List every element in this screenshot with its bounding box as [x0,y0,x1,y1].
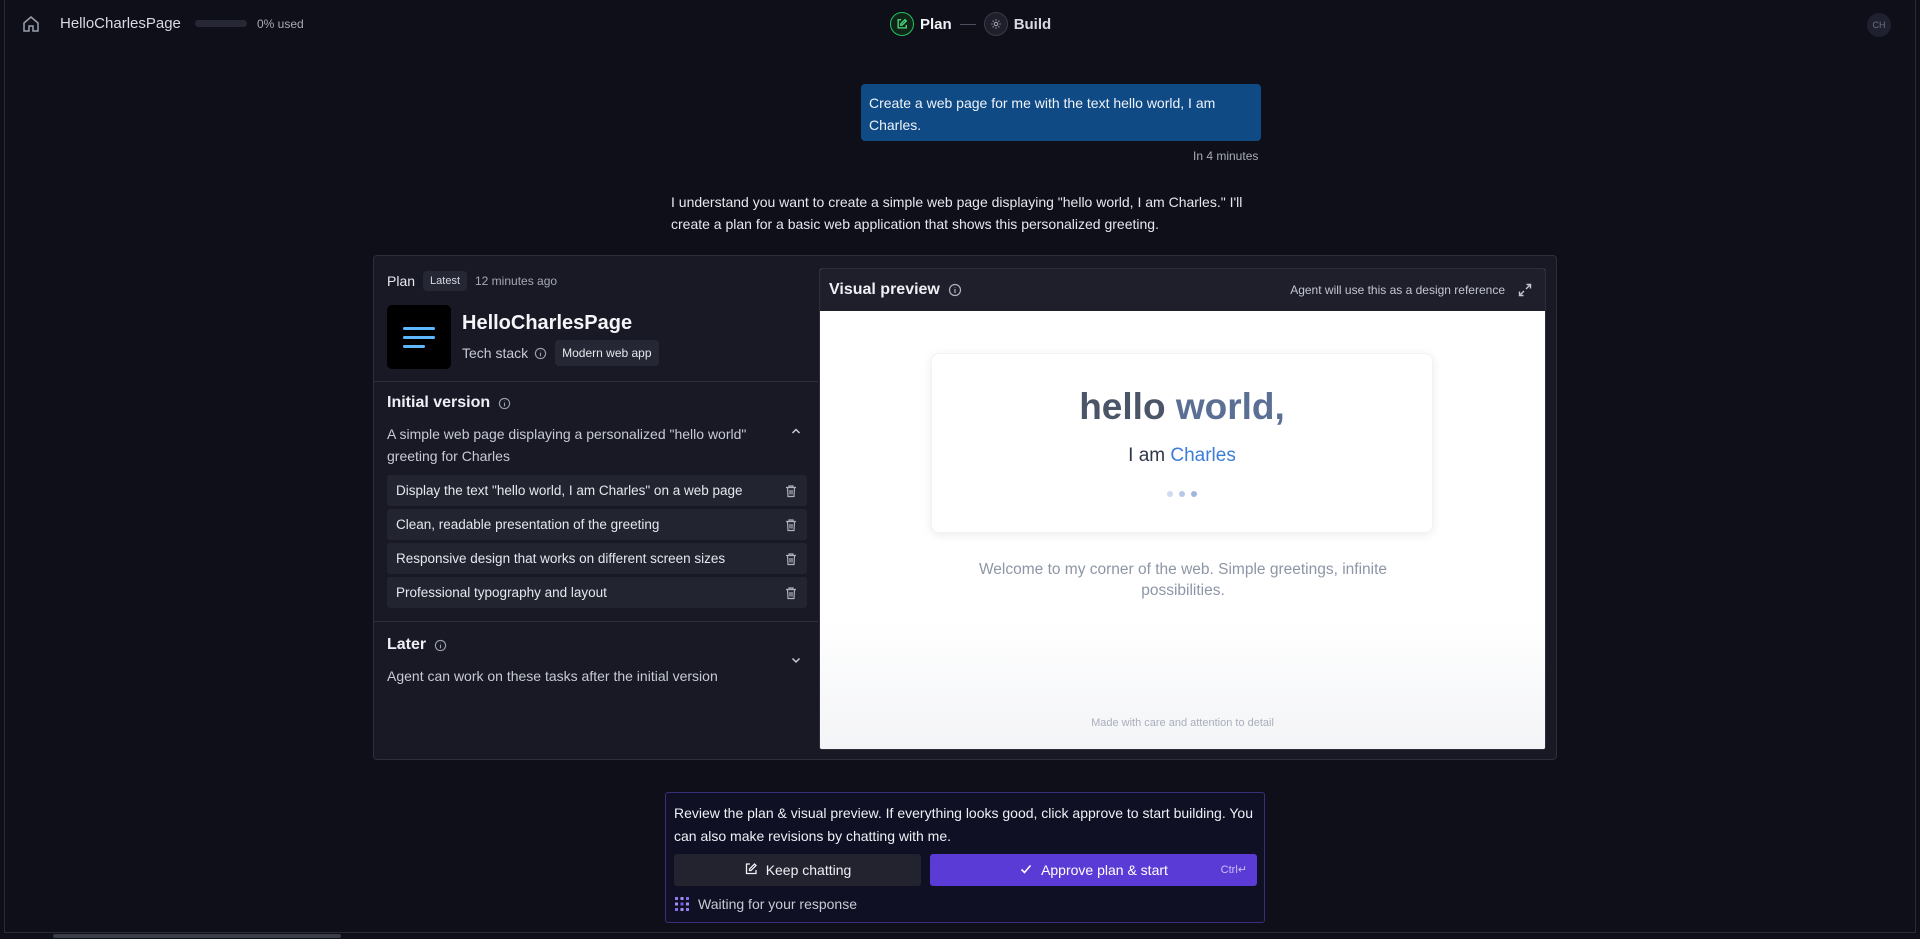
greeting-headline: hello world, [932,386,1432,428]
later-label: Later [387,636,427,653]
visual-preview-title: Visual preview [829,281,940,298]
info-icon[interactable] [948,283,962,297]
app-title: HelloCharlesPage [462,312,633,334]
trash-icon[interactable] [784,484,798,498]
task-item: Responsive design that works on differen… [387,543,807,574]
plan-header: Plan Latest 12 minutes ago [387,271,557,291]
trash-icon[interactable] [784,552,798,566]
initial-version-description: A simple web page displaying a personali… [387,426,747,464]
design-reference-note: Agent will use this as a design referenc… [1290,283,1505,297]
app-frame: HelloCharlesPage 0% used Plan Build CH C… [4,0,1916,938]
task-text: Display the text "hello world, I am Char… [396,483,743,498]
later-description: Agent can work on these tasks after the … [387,668,718,684]
task-text: Professional typography and layout [396,585,607,600]
greeting-card: hello world, I am Charles [931,353,1433,533]
shortcut-hint: Ctrl↵ [1220,864,1247,876]
assistant-message: I understand you want to create a simple… [671,194,1243,232]
greeting-prefix: I am [1128,445,1166,466]
plan-edit-icon [890,12,914,36]
step-indicator: Plan Build [890,12,1051,36]
trash-icon[interactable] [784,586,798,600]
initial-version-label: Initial version [387,394,491,411]
info-icon[interactable] [498,397,511,410]
tech-stack-row: Tech stack Modern web app [462,340,659,366]
approve-plan-label: Approve plan & start [1041,862,1168,878]
usage-text: 0% used [257,17,304,31]
plan-label: Plan [387,273,416,289]
greeting-word-hello: hello [1079,386,1166,427]
preview-canvas: hello world, I am Charles Welcome to my … [820,311,1545,749]
task-item: Clean, readable presentation of the gree… [387,509,807,540]
waiting-status: Waiting for your response [674,896,857,912]
chevron-up-icon[interactable] [789,424,803,438]
top-bar: HelloCharlesPage 0% used Plan Build CH [5,0,1915,48]
step-build-label: Build [1013,15,1052,33]
home-icon[interactable] [21,14,41,34]
welcome-text: Welcome to my corner of the web. Simple … [978,561,1388,599]
greeting-name: Charles [1170,445,1236,466]
info-icon[interactable] [434,639,447,652]
plan-card: Plan Latest 12 minutes ago HelloCharlesP… [373,255,1557,760]
task-text: Responsive design that works on differen… [396,551,726,566]
app-logo [387,305,451,369]
later-title: Later [387,636,447,654]
expand-icon[interactable] [1517,282,1533,298]
tech-stack-label: Tech stack [462,345,529,361]
latest-badge: Latest [423,271,467,291]
task-text: Clean, readable presentation of the gree… [396,517,660,532]
tech-stack-chip: Modern web app [555,340,659,366]
gear-icon [983,12,1008,36]
user-message: Create a web page for me with the text h… [861,84,1261,141]
visual-preview: Visual preview Agent will use this as a … [819,268,1546,750]
plan-time: 12 minutes ago [475,274,558,288]
step-plan[interactable]: Plan [890,12,952,36]
trash-icon[interactable] [784,518,798,532]
horizontal-scrollbar[interactable] [53,934,341,938]
keep-chatting-label: Keep chatting [765,862,852,878]
approval-panel: Review the plan & visual preview. If eve… [665,792,1265,923]
task-item: Display the text "hello world, I am Char… [387,475,807,506]
step-connector [959,23,976,25]
waiting-spinner-icon [674,896,690,912]
preview-footer: Made with care and attention to detail [1091,717,1274,729]
project-name[interactable]: HelloCharlesPage [60,15,181,32]
info-icon[interactable] [534,347,547,360]
plan-details: Plan Latest 12 minutes ago HelloCharlesP… [374,256,818,759]
avatar[interactable]: CH [1867,13,1891,37]
greeting-subline: I am Charles [932,445,1432,467]
visual-preview-header: Visual preview Agent will use this as a … [820,269,1545,311]
waiting-text: Waiting for your response [698,896,857,912]
edit-icon [744,862,758,879]
step-plan-label: Plan [920,15,952,33]
chevron-down-icon[interactable] [789,653,803,667]
user-message-time: In 4 minutes [1193,149,1259,163]
divider [374,621,818,622]
step-build[interactable]: Build [983,12,1052,36]
decorative-dots [1167,491,1197,497]
initial-version-title: Initial version [387,394,511,412]
check-icon [1019,862,1033,879]
approve-plan-button[interactable]: Approve plan & start Ctrl↵ [930,854,1257,886]
keep-chatting-button[interactable]: Keep chatting [674,854,921,886]
divider [374,381,818,382]
usage-bar [195,20,247,27]
approval-instructions: Review the plan & visual preview. If eve… [674,805,1253,844]
greeting-word-world: world, [1175,386,1285,427]
task-item: Professional typography and layout [387,577,807,608]
